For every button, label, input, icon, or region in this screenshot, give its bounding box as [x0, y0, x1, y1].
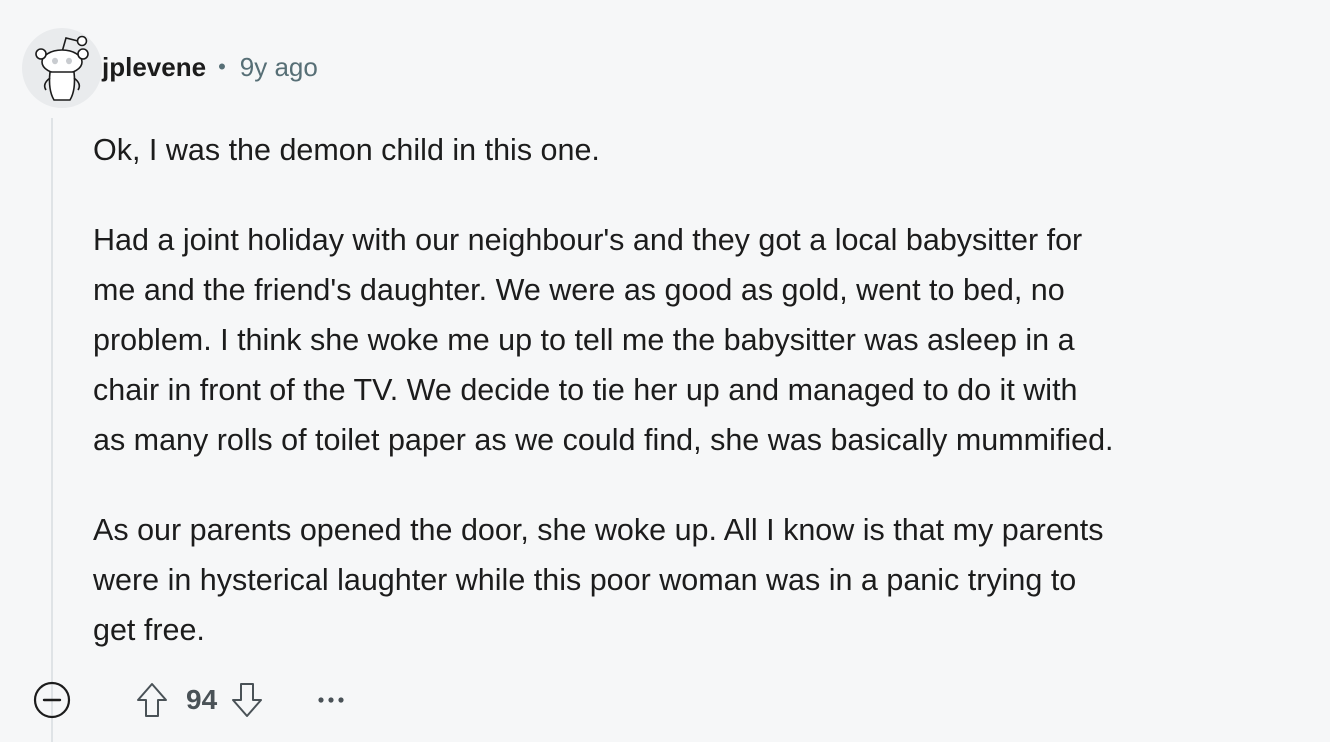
text-line: As our parents opened the door, she woke…: [93, 513, 1104, 547]
text-line: get free.: [93, 613, 205, 647]
meta-separator: •: [218, 54, 226, 79]
text-line: Ok, I was the demon child in this one.: [93, 133, 600, 167]
downvote-arrow-icon: [232, 683, 263, 717]
text-line: me and the friend's daughter. We were as…: [93, 273, 1065, 307]
comment-paragraph: Had a joint holiday with our neighbour's…: [93, 215, 1318, 465]
collapse-button[interactable]: [30, 678, 74, 722]
comment: jplevene • 9y ago Ok, I was the demon ch…: [0, 0, 1330, 742]
more-options-button[interactable]: [311, 678, 351, 722]
text-line: chair in front of the TV. We decide to t…: [93, 373, 1078, 407]
text-line: problem. I think she woke me up to tell …: [93, 323, 1075, 357]
comment-body: Ok, I was the demon child in this one. H…: [93, 125, 1318, 655]
comment-actions: 94: [30, 678, 351, 722]
avatar[interactable]: [22, 28, 102, 108]
thread-line[interactable]: [51, 118, 53, 742]
comment-paragraph: As our parents opened the door, she woke…: [93, 505, 1318, 655]
collapse-minus-icon: [33, 681, 71, 719]
upvote-arrow-icon: [137, 683, 167, 717]
text-line: Had a joint holiday with our neighbour's…: [93, 223, 1083, 257]
more-options-icon: [318, 697, 344, 703]
text-line: as many rolls of toilet paper as we coul…: [93, 423, 1114, 457]
snoo-avatar-icon: [35, 35, 89, 101]
downvote-button[interactable]: [227, 678, 267, 722]
comment-meta: jplevene • 9y ago: [102, 50, 318, 84]
timestamp: 9y ago: [239, 51, 318, 82]
comment-paragraph: Ok, I was the demon child in this one.: [93, 125, 1318, 175]
upvote-button[interactable]: [132, 678, 172, 722]
vote-score: 94: [186, 684, 218, 715]
text-line: were in hysterical laughter while this p…: [93, 563, 1077, 597]
username-link[interactable]: jplevene: [102, 52, 206, 83]
